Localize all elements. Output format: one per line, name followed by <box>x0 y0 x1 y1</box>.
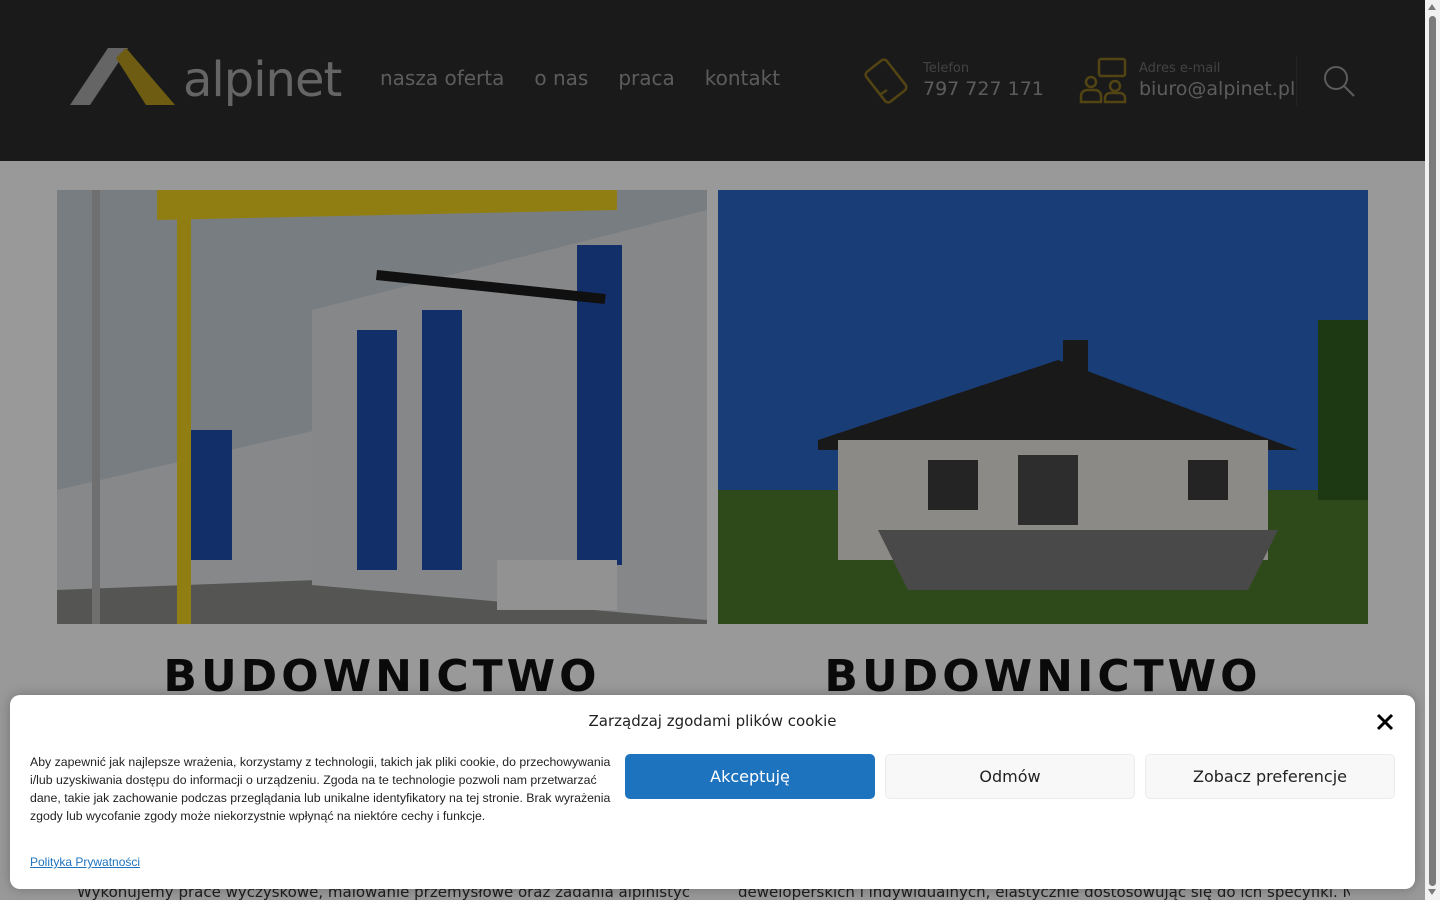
cookie-message: Aby zapewnić jak najlepsze wrażenia, kor… <box>30 755 611 823</box>
preferences-button[interactable]: Zobacz preferencje <box>1145 754 1395 799</box>
scrollbar[interactable] <box>1425 0 1440 900</box>
scroll-up-arrow-icon[interactable] <box>1428 4 1436 10</box>
privacy-policy-link[interactable]: Polityka Prywatności <box>30 855 140 869</box>
close-icon[interactable] <box>1374 711 1396 733</box>
scrollbar-thumb[interactable] <box>1429 16 1436 886</box>
cookie-title: Zarządzaj zgodami plików cookie <box>588 712 837 730</box>
deny-button[interactable]: Odmów <box>885 754 1135 799</box>
scroll-down-arrow-icon[interactable] <box>1428 889 1436 895</box>
cookie-consent-dialog: Zarządzaj zgodami plików cookie Aby zape… <box>10 695 1415 889</box>
accept-button[interactable]: Akceptuję <box>625 754 875 799</box>
